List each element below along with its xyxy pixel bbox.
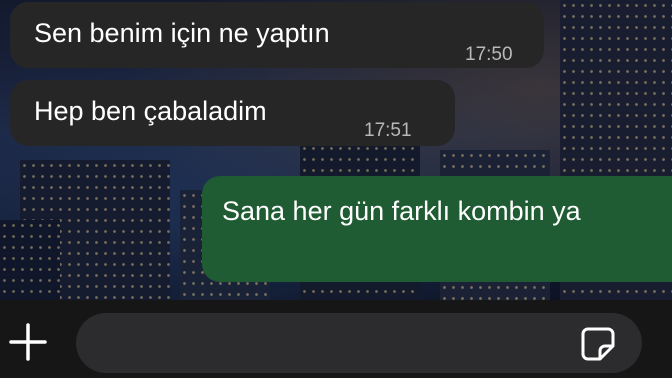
- message-timestamp: 17:50: [465, 44, 513, 65]
- sticker-icon[interactable]: [580, 326, 616, 362]
- message-timestamp: 17:51: [364, 120, 412, 141]
- message-text: Sen benim için ne yaptın: [34, 18, 330, 48]
- message-bubble-outgoing[interactable]: Sana her gün farklı kombin ya: [202, 176, 672, 282]
- message-bubble-incoming[interactable]: Sen benim için ne yaptın 17:50: [10, 2, 544, 68]
- message-text: Hep ben çabaladim: [34, 96, 267, 126]
- message-input[interactable]: [76, 313, 642, 373]
- message-text: Sana her gün farklı kombin ya: [222, 196, 581, 226]
- plus-icon[interactable]: [8, 322, 48, 362]
- message-bubble-incoming[interactable]: Hep ben çabaladim 17:51: [10, 80, 455, 146]
